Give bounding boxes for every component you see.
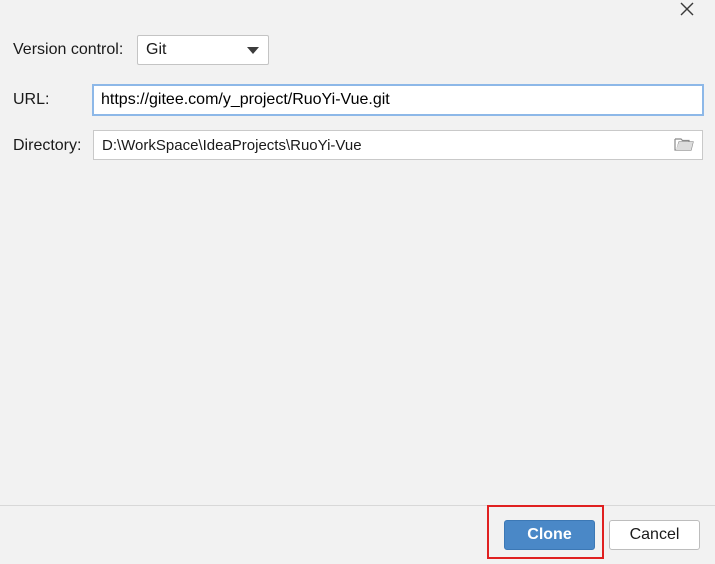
clone-repository-dialog: Version control: Git URL: Directory: Clo… — [0, 0, 715, 564]
close-icon — [680, 2, 694, 16]
clone-button-label: Clone — [527, 526, 572, 543]
folder-icon — [674, 138, 694, 151]
close-button[interactable] — [672, 0, 702, 18]
url-input[interactable] — [92, 84, 704, 116]
footer-divider — [0, 505, 715, 506]
version-control-selected-value: Git — [146, 41, 167, 58]
browse-directory-button[interactable] — [674, 136, 696, 154]
chevron-down-icon — [247, 47, 259, 54]
directory-input[interactable] — [93, 130, 703, 160]
clone-button[interactable]: Clone — [504, 520, 595, 550]
cancel-button[interactable]: Cancel — [609, 520, 700, 550]
version-control-label: Version control: — [13, 41, 124, 58]
cancel-button-label: Cancel — [629, 526, 680, 543]
url-label: URL: — [13, 91, 50, 108]
directory-label: Directory: — [13, 137, 82, 154]
version-control-select[interactable]: Git — [137, 35, 269, 65]
